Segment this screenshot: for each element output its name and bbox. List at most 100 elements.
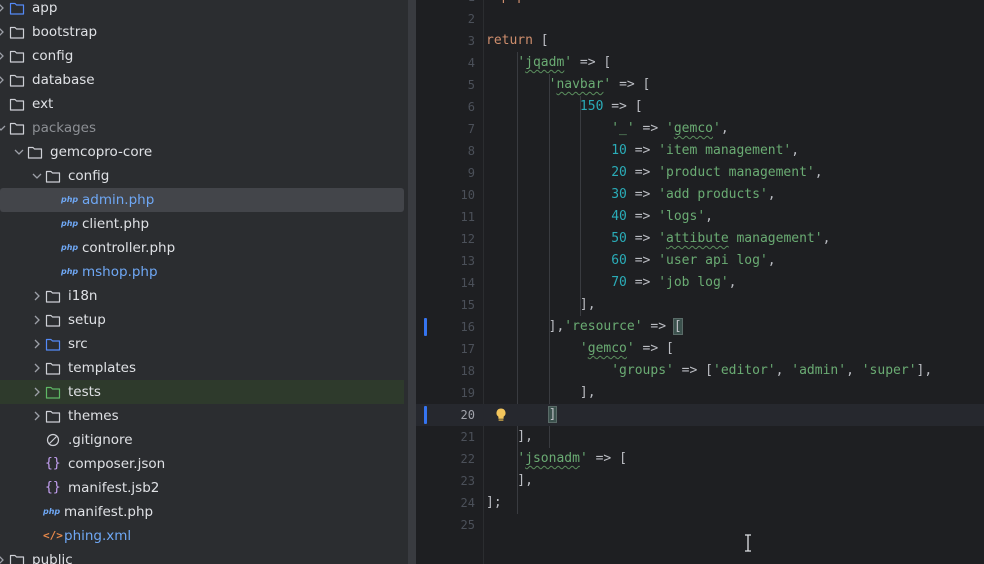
chevron-right-icon[interactable] [0, 44, 8, 68]
tree-item-controller-php[interactable]: php controller.php [0, 236, 404, 260]
code-token: => [642, 319, 674, 334]
chevron-right-icon[interactable] [30, 404, 44, 428]
code-line[interactable]: 4 'jqadm' => [ [416, 52, 984, 74]
code-token: => [626, 275, 659, 290]
code-token: <?php [486, 0, 525, 4]
folder-icon [45, 356, 63, 380]
tree-item-manifest-php[interactable]: php manifest.php [0, 500, 404, 524]
code-line[interactable]: 13 60 => 'user api log', [416, 250, 984, 272]
code-line[interactable]: 15 ], [416, 294, 984, 316]
tree-item-public[interactable]: public [0, 548, 404, 564]
tree-item-app[interactable]: app [0, 0, 404, 20]
tree-item-label: controller.php [82, 240, 176, 256]
code-line[interactable]: 10 30 => 'add products', [416, 184, 984, 206]
tree-item-label: bootstrap [32, 24, 98, 40]
tree-item-phing-xml[interactable]: </> phing.xml [0, 524, 404, 548]
code-line[interactable]: 7 '_' => 'gemco', [416, 118, 984, 140]
code-line[interactable]: 1 <?php [416, 0, 984, 8]
tree-item-config[interactable]: config [0, 164, 404, 188]
code-line[interactable]: 21 ], [416, 426, 984, 448]
code-text: 'groups' => ['editor', 'admin', 'super']… [486, 360, 932, 382]
code-token: => [ [611, 77, 651, 92]
chevron-down-icon[interactable] [12, 140, 26, 164]
code-token: ' [713, 121, 721, 136]
tree-item-label: setup [68, 312, 106, 328]
code-line[interactable]: 16 ],'resource' => [ [416, 316, 984, 338]
code-line[interactable]: 9 20 => 'product management', [416, 162, 984, 184]
tree-item-admin-php[interactable]: php admin.php [0, 188, 404, 212]
code-line[interactable]: 19 ], [416, 382, 984, 404]
code-line[interactable]: 5 'navbar' => [ [416, 74, 984, 96]
folder-icon [9, 0, 27, 20]
code-editor[interactable]: 1<?php23return [4 'jqadm' => [5 'navbar'… [416, 0, 984, 564]
chevron-right-icon[interactable] [30, 308, 44, 332]
chevron-right-icon[interactable] [0, 20, 8, 44]
line-number: 16 [460, 320, 475, 334]
chevron-right-icon[interactable] [30, 284, 44, 308]
tree-item-setup[interactable]: setup [0, 308, 404, 332]
folder-icon [9, 44, 27, 68]
code-line[interactable]: 6 150 => [ [416, 96, 984, 118]
code-line[interactable]: 24]; [416, 492, 984, 514]
tree-item-templates[interactable]: templates [0, 356, 404, 380]
code-token: , [822, 231, 831, 246]
code-token: 'add products' [658, 187, 768, 202]
tree-item-database[interactable]: database [0, 68, 404, 92]
php-file-icon: php [61, 195, 79, 204]
gitignore-icon [45, 428, 63, 452]
tree-item-gemcopro-core[interactable]: gemcopro-core [0, 140, 404, 164]
code-token: , [775, 363, 792, 378]
code-text: 40 => 'logs', [486, 206, 713, 228]
code-token: 70 [611, 275, 627, 290]
code-line[interactable]: 17 'gemco' => [ [416, 338, 984, 360]
code-line[interactable]: 25 [416, 514, 984, 536]
tree-item-client-php[interactable]: php client.php [0, 212, 404, 236]
chevron-down-icon[interactable] [30, 164, 44, 188]
code-line[interactable]: 3 return [ [416, 30, 984, 52]
tree-item-config[interactable]: config [0, 44, 404, 68]
chevron-down-icon[interactable] [0, 116, 8, 140]
code-line[interactable]: 2 [416, 8, 984, 30]
code-token: , [814, 165, 823, 180]
chevron-right-icon[interactable] [0, 548, 8, 564]
line-number: 23 [460, 474, 475, 488]
tree-item-label: packages [32, 120, 97, 136]
code-line[interactable]: 22 'jsonadm' => [ [416, 448, 984, 470]
code-line[interactable]: 11 40 => 'logs', [416, 206, 984, 228]
line-number: 8 [467, 144, 475, 158]
tree-item-manifest-jsb2[interactable]: {} manifest.jsb2 [0, 476, 404, 500]
tree-item-bootstrap[interactable]: bootstrap [0, 20, 404, 44]
tree-item-gitignore[interactable]: .gitignore [0, 428, 404, 452]
code-line[interactable]: 14 70 => 'job log', [416, 272, 984, 294]
php-file-icon: php [43, 507, 61, 516]
code-line[interactable]: 20 ] [416, 404, 984, 426]
code-line[interactable]: 8 10 => 'item management', [416, 140, 984, 162]
tree-item-ext[interactable]: ext [0, 92, 404, 116]
project-tree[interactable]: app bootstrap config database ext packages gem… [0, 0, 408, 564]
code-line[interactable]: 18 'groups' => ['editor', 'admin', 'supe… [416, 360, 984, 382]
line-number: 25 [460, 518, 475, 532]
code-token: ' [517, 451, 526, 466]
chevron-right-icon[interactable] [30, 380, 44, 404]
tree-item-mshop-php[interactable]: php mshop.php [0, 260, 404, 284]
tree-item-composer-json[interactable]: {} composer.json [0, 452, 404, 476]
tree-item-src[interactable]: src [0, 332, 404, 356]
code-token: , [767, 187, 776, 202]
chevron-right-icon[interactable] [30, 332, 44, 356]
tree-item-packages[interactable]: packages [0, 116, 404, 140]
tree-item-themes[interactable]: themes [0, 404, 404, 428]
code-token: ' [517, 55, 526, 70]
tree-item-i18n[interactable]: i18n [0, 284, 404, 308]
chevron-right-icon[interactable] [30, 356, 44, 380]
panel-splitter[interactable] [408, 0, 416, 564]
chevron-right-icon[interactable] [0, 0, 8, 20]
tree-item-tests[interactable]: tests [0, 380, 404, 404]
code-line[interactable]: 23 ], [416, 470, 984, 492]
chevron-right-icon[interactable] [0, 68, 8, 92]
code-line[interactable]: 12 50 => 'attibute management', [416, 228, 984, 250]
